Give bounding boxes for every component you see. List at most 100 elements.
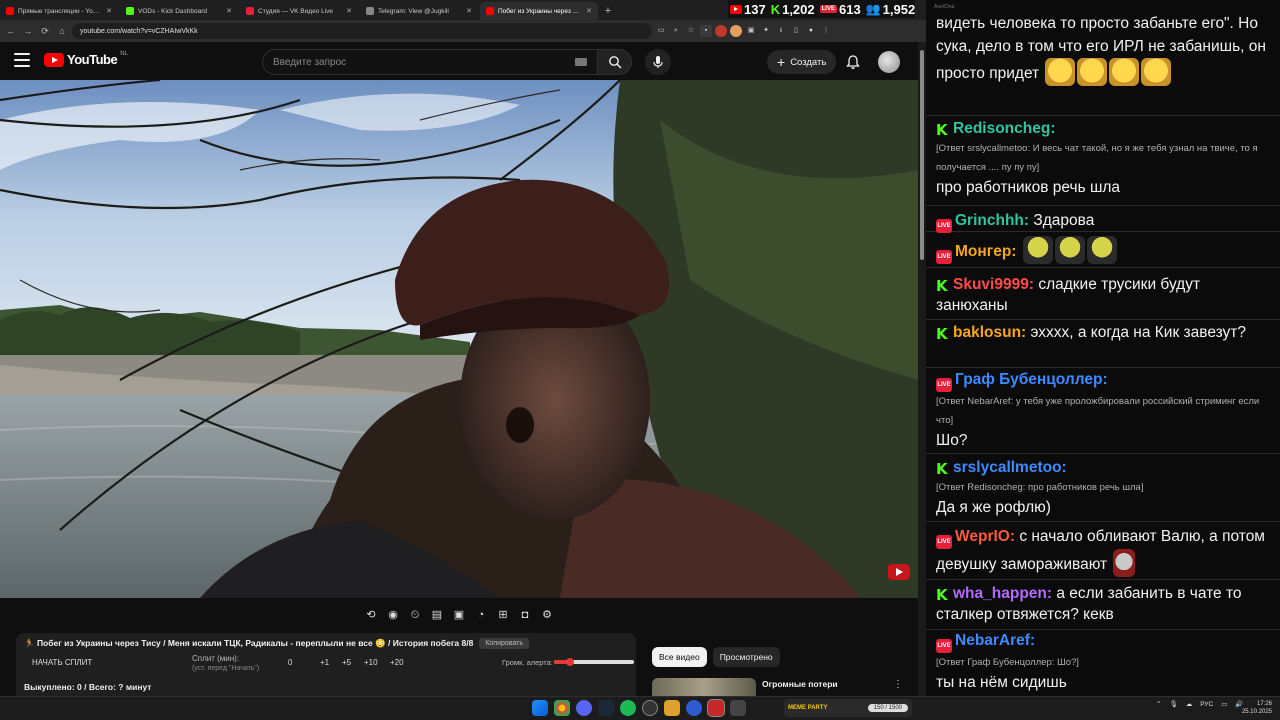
profile-icon[interactable]: ● bbox=[805, 25, 817, 37]
extension-badge-icon[interactable] bbox=[715, 25, 727, 37]
total-viewers: 👥 1,952 bbox=[866, 2, 916, 17]
app-icon[interactable] bbox=[686, 700, 702, 716]
app-icon[interactable] bbox=[664, 700, 680, 716]
language-indicator[interactable]: РУС bbox=[1200, 701, 1213, 708]
spotify-icon[interactable] bbox=[620, 700, 636, 716]
close-icon[interactable]: ✕ bbox=[586, 7, 592, 15]
forward-arrow-icon[interactable]: → bbox=[21, 24, 35, 38]
split-add-20-button[interactable]: +20 bbox=[390, 658, 404, 667]
more-options-icon[interactable]: ⋮ bbox=[893, 679, 903, 690]
network-icon[interactable]: ▭ bbox=[1221, 700, 1227, 708]
puzzle-extensions-icon[interactable]: ✦ bbox=[760, 25, 772, 37]
search-input[interactable]: Введите запрос bbox=[262, 49, 598, 75]
account-avatar[interactable] bbox=[878, 51, 900, 73]
tab-vk-studio[interactable]: Студия — VK Видео Live ✕ bbox=[240, 2, 358, 20]
extension-avatar-icon[interactable] bbox=[730, 25, 742, 37]
back-arrow-icon[interactable]: ← bbox=[4, 24, 18, 38]
chip-watched[interactable]: Просмотрено bbox=[712, 647, 780, 667]
extension-icon[interactable]: ▣ bbox=[745, 25, 757, 37]
speed-icon[interactable]: ⏲ bbox=[408, 608, 422, 622]
meme-party-progress: 150 / 1500 bbox=[867, 704, 908, 712]
windows-taskbar: MEME PARTY 150 / 1500 ⌃ 🎙 ☁ РУС ▭ 🔊 17:2… bbox=[0, 696, 1280, 720]
gauge-icon[interactable]: ◔ bbox=[474, 608, 488, 622]
chat-message: LIVE Grinchhh: Здарова bbox=[926, 208, 1280, 233]
microphone-icon bbox=[653, 56, 663, 68]
bookmark-star-icon[interactable]: ☆ bbox=[685, 25, 697, 37]
recommended-video-title[interactable]: Огромные потери bbox=[762, 679, 838, 689]
picture-in-picture-icon[interactable]: ▣ bbox=[452, 608, 466, 622]
region-code: NL bbox=[120, 50, 128, 57]
reload-icon[interactable]: ⟳ bbox=[38, 24, 52, 38]
menu-dots-icon[interactable]: ⋮ bbox=[820, 25, 832, 37]
tab-current-video[interactable]: Побег из Украины через Ти... ✕ bbox=[480, 2, 598, 20]
split-value-0[interactable]: 0 bbox=[288, 658, 292, 667]
pepe-emote-icon bbox=[1086, 236, 1117, 264]
address-bar[interactable]: youtube.com/watch?v=vCZHAIwVkKk bbox=[72, 23, 652, 39]
extension-icon[interactable]: ▪ bbox=[700, 25, 712, 37]
start-split-button[interactable]: НАЧАТЬ СПЛИТ bbox=[32, 658, 92, 667]
screenshot-camera-icon[interactable]: ◘ bbox=[518, 608, 532, 622]
active-app-icon[interactable] bbox=[707, 699, 725, 717]
close-icon[interactable]: ✕ bbox=[466, 7, 472, 15]
meme-party-widget[interactable]: MEME PARTY 150 / 1500 bbox=[784, 699, 912, 717]
alert-volume-label: Громк. алерта: bbox=[502, 658, 553, 667]
download-icon[interactable]: ⭳ bbox=[775, 25, 787, 37]
microphone-tray-icon[interactable]: 🎙 bbox=[1169, 700, 1177, 708]
chevron-up-icon[interactable]: ⌃ bbox=[1156, 700, 1161, 708]
chip-all-videos[interactable]: Все видео bbox=[652, 647, 707, 667]
chat-reply-quote: [Ответ NebarAref: у тебя уже проложбиров… bbox=[936, 396, 1260, 426]
discord-icon[interactable] bbox=[576, 700, 592, 716]
close-icon[interactable]: ✕ bbox=[106, 7, 112, 15]
broadcast-icon[interactable]: ◉ bbox=[386, 608, 400, 622]
recommended-video-thumbnail[interactable] bbox=[652, 678, 756, 696]
settings-gear-icon[interactable]: ⚙ bbox=[540, 608, 554, 622]
split-add-1-button[interactable]: +1 bbox=[320, 658, 329, 667]
voice-search-button[interactable] bbox=[645, 49, 671, 75]
copy-button[interactable]: Копировать bbox=[479, 638, 530, 649]
tab-telegram[interactable]: Telegram: View @Jugkill ✕ bbox=[360, 2, 478, 20]
split-add-5-button[interactable]: +5 bbox=[342, 658, 351, 667]
sidebar-icon[interactable]: ▯ bbox=[790, 25, 802, 37]
hamburger-menu-icon[interactable] bbox=[14, 53, 30, 67]
alert-volume-knob[interactable] bbox=[566, 658, 574, 666]
scrollbar-thumb[interactable] bbox=[920, 50, 924, 260]
taskbar-apps bbox=[532, 699, 746, 717]
split-add-10-button[interactable]: +10 bbox=[364, 658, 378, 667]
close-icon[interactable]: ✕ bbox=[346, 7, 352, 15]
steam-icon[interactable] bbox=[598, 700, 614, 716]
tab-youtube-live[interactable]: Прямые трансляции - YouTube ✕ bbox=[0, 2, 118, 20]
loop-icon[interactable]: ⟲ bbox=[364, 608, 378, 622]
chat-username: Redisoncheg: bbox=[953, 120, 1056, 137]
chat-message: Kwha_happen: а если забанить в чате то с… bbox=[926, 582, 1280, 630]
create-button[interactable]: + Создать bbox=[767, 50, 837, 74]
kick-badge-icon: K bbox=[936, 586, 948, 604]
vk-viewer-count: 613 bbox=[838, 1, 861, 17]
obs-icon[interactable] bbox=[642, 700, 658, 716]
youtube-icon bbox=[730, 4, 742, 14]
alert-volume-slider[interactable] bbox=[554, 658, 634, 666]
keyboard-icon[interactable] bbox=[575, 58, 587, 66]
chat-message: LIVE Монгер: bbox=[926, 234, 1280, 268]
zoom-icon[interactable]: ⌕ bbox=[670, 25, 682, 37]
search-button[interactable] bbox=[598, 49, 632, 75]
new-tab-button[interactable]: + bbox=[600, 2, 616, 20]
home-icon[interactable]: ⌂ bbox=[55, 24, 69, 38]
windows-start-icon[interactable] bbox=[532, 700, 548, 716]
youtube-favicon-icon bbox=[6, 7, 14, 15]
close-icon[interactable]: ✕ bbox=[226, 7, 232, 15]
notifications-bell-icon[interactable] bbox=[845, 54, 861, 70]
cast-icon[interactable]: ▭ bbox=[655, 25, 667, 37]
youtube-logo[interactable]: YouTube NL bbox=[44, 50, 128, 67]
chrome-icon[interactable] bbox=[554, 700, 570, 716]
taskbar-clock[interactable]: 17:26 25.10.2025 bbox=[1236, 700, 1272, 716]
tab-kick-dashboard[interactable]: VODs - Kick Dashboard ✕ bbox=[120, 2, 238, 20]
video-player[interactable] bbox=[0, 80, 918, 598]
app-icon[interactable] bbox=[730, 700, 746, 716]
add-clip-icon[interactable]: ⊞ bbox=[496, 608, 510, 622]
kick-badge-icon: K bbox=[936, 460, 948, 478]
cloud-icon[interactable]: ☁ bbox=[1186, 700, 1193, 708]
chat-message: Ksrslycallmetoo: [Ответ Redisoncheg: про… bbox=[926, 456, 1280, 522]
page-scrollbar[interactable] bbox=[918, 42, 926, 696]
youtube-header: YouTube NL Введите запрос + Создать bbox=[0, 42, 920, 80]
clapperboard-icon[interactable]: ▤ bbox=[430, 608, 444, 622]
